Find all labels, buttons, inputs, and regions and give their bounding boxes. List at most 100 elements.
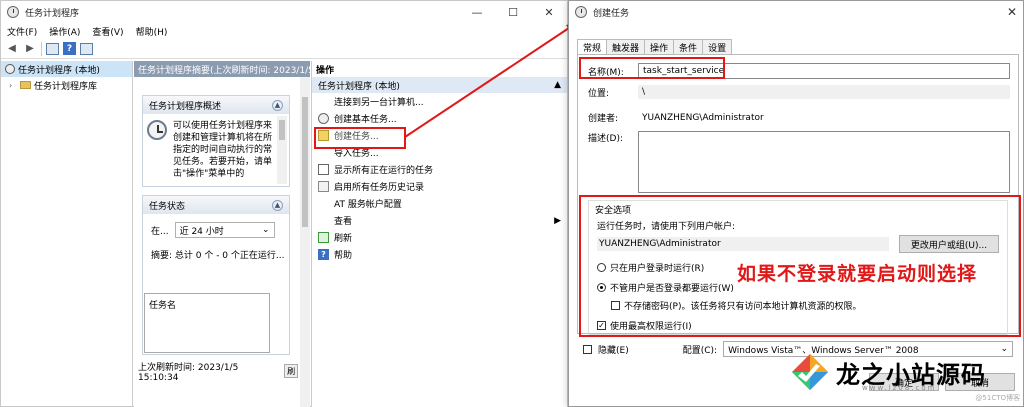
watermark-corner: @51CTO博客 (975, 394, 1020, 402)
task-list[interactable]: 任务名 (144, 293, 270, 353)
clock-icon (147, 120, 167, 140)
action-enable-history[interactable]: 启用所有任务历史记录 (312, 178, 567, 195)
location-text: \ (642, 87, 646, 97)
help-icon: ? (318, 249, 329, 260)
menu-help[interactable]: 帮助(H) (136, 25, 168, 38)
collapse-up-icon[interactable]: ▲ (554, 80, 561, 90)
action-label: 帮助 (334, 251, 353, 261)
tree-item-library[interactable]: › 任务计划程序库 (1, 77, 132, 93)
annotation-text: 如果不登录就要启动则选择 (737, 263, 978, 285)
chevron-down-icon: ⌄ (1000, 344, 1009, 354)
tab-triggers[interactable]: 触发器 (606, 39, 646, 54)
overview-scrollbar[interactable] (277, 116, 287, 184)
summary-pane: 任务计划程序摘要(上次刷新时间: 2023/1/5 任务计划程序概述 ▲ 可以使… (134, 61, 310, 407)
console-tree-icon[interactable] (46, 42, 59, 55)
action-label: AT 服务帐户配置 (334, 200, 402, 210)
hidden-label: 隐藏(E) (598, 345, 629, 356)
dialog-close-button[interactable]: ✕ (1007, 5, 1017, 19)
tab-general[interactable]: 常规 (577, 39, 608, 55)
status-period-label: 在... (151, 226, 169, 237)
watermark-logo-icon (792, 354, 828, 390)
location-value: \ (638, 85, 1010, 99)
minimize-button[interactable]: — (459, 1, 495, 23)
tab-actions[interactable]: 操作 (644, 39, 675, 54)
hidden-checkbox[interactable] (583, 344, 592, 354)
action-help[interactable]: ? 帮助 (312, 246, 567, 263)
dialog-tabs: 常规 触发器 操作 条件 设置 (577, 39, 733, 55)
submenu-arrow-icon: ▶ (554, 215, 561, 226)
action-at-service[interactable]: AT 服务帐户配置 (312, 195, 567, 212)
menu-action[interactable]: 操作(A) (49, 25, 80, 38)
action-create-basic-task[interactable]: 创建基本任务... (312, 110, 567, 127)
last-refresh-bar: 上次刷新时间: 2023/1/5 15:10:34 刷 (138, 363, 298, 383)
author-label: 创建者: (588, 114, 619, 124)
action-label: 启用所有任务历史记录 (334, 183, 425, 193)
dialog-titlebar: 创建任务 (569, 1, 1023, 23)
action-view[interactable]: 查看 ▶ (312, 212, 567, 229)
blank-icon (318, 198, 329, 209)
collapse-icon[interactable]: ▲ (272, 199, 283, 211)
watermark-url: www.lz08.com (862, 384, 937, 392)
close-button[interactable]: ✕ (531, 1, 567, 23)
clock-icon (5, 64, 15, 74)
help-icon[interactable]: ? (63, 42, 76, 55)
clock-icon (7, 6, 19, 18)
history-icon (318, 181, 329, 192)
description-label: 描述(D): (588, 134, 623, 144)
menu-file[interactable]: 文件(F) (7, 25, 37, 38)
location-label: 位置: (588, 88, 610, 99)
menu-bar: 文件(F) 操作(A) 查看(V) 帮助(H) (1, 23, 567, 39)
clock-icon (575, 6, 587, 18)
author-value: YUANZHENG\Administrator (642, 112, 764, 123)
description-input[interactable] (638, 131, 1010, 193)
summary-scrollbar[interactable] (300, 77, 310, 407)
toolbar: ◀ ▶ ? (1, 39, 567, 59)
blank-icon (318, 215, 329, 226)
tab-conditions[interactable]: 条件 (673, 39, 704, 54)
task-scheduler-window: 任务计划程序 — ☐ ✕ 文件(F) 操作(A) 查看(V) 帮助(H) ◀ ▶… (0, 0, 568, 407)
task-status-header[interactable]: 任务状态 ▲ (143, 196, 289, 214)
navigation-tree: 任务计划程序 (本地) › 任务计划程序库 (1, 61, 133, 407)
overview-section: 任务计划程序概述 ▲ 可以使用任务计划程序来创建和管理计算机将在所指定的时间自动… (142, 95, 290, 187)
clock-icon (318, 113, 329, 124)
action-pane-icon[interactable] (80, 42, 93, 55)
chevron-right-icon[interactable]: › (9, 81, 17, 90)
main-titlebar: 任务计划程序 — ☐ ✕ (1, 1, 567, 23)
task-list-header: 任务名 (149, 301, 177, 311)
status-period-select[interactable]: 近 24 小时 ⌄ (174, 222, 275, 238)
overview-title: 任务计划程序概述 (149, 101, 222, 112)
action-refresh[interactable]: 刷新 (312, 229, 567, 246)
refresh-icon (318, 232, 329, 243)
action-label: 创建基本任务... (334, 115, 397, 125)
task-status-title: 任务状态 (149, 201, 186, 212)
summary-header: 任务计划程序摘要(上次刷新时间: 2023/1/5 (134, 61, 310, 77)
action-show-running[interactable]: 显示所有正在运行的任务 (312, 161, 567, 178)
action-connect[interactable]: 连接到另一台计算机... (312, 93, 567, 110)
tree-item-local[interactable]: 任务计划程序 (本地) (1, 61, 132, 77)
action-label: 查看 (334, 217, 353, 227)
status-period-value: 近 24 小时 (179, 226, 224, 237)
actions-group-header[interactable]: 任务计划程序 (本地) ▲ (312, 77, 567, 93)
toolbar-divider (41, 41, 42, 56)
blank-icon (318, 96, 329, 107)
maximize-button[interactable]: ☐ (495, 1, 531, 23)
forward-arrow-icon[interactable]: ▶ (23, 42, 37, 56)
action-label: 刷新 (334, 234, 353, 244)
overview-header[interactable]: 任务计划程序概述 ▲ (143, 96, 289, 114)
name-field-highlight (579, 57, 725, 79)
chevron-down-icon: ⌄ (262, 225, 270, 235)
tab-settings[interactable]: 设置 (702, 39, 733, 54)
folder-icon (20, 81, 31, 89)
dialog-title: 创建任务 (593, 8, 630, 19)
overview-body: 可以使用任务计划程序来创建和管理计算机将在所指定的时间自动执行的常见任务。若要开… (143, 114, 289, 188)
action-label: 显示所有正在运行的任务 (334, 166, 434, 176)
menu-view[interactable]: 查看(V) (92, 25, 123, 38)
actions-group-label: 任务计划程序 (本地) (318, 81, 400, 92)
collapse-icon[interactable]: ▲ (272, 99, 283, 111)
tree-item-label: 任务计划程序库 (34, 81, 98, 92)
tree-item-label: 任务计划程序 (本地) (18, 65, 100, 76)
create-task-highlight (314, 127, 406, 149)
back-arrow-icon[interactable]: ◀ (5, 42, 19, 56)
config-label: 配置(C): (682, 345, 718, 356)
refresh-button[interactable]: 刷 (284, 364, 298, 378)
